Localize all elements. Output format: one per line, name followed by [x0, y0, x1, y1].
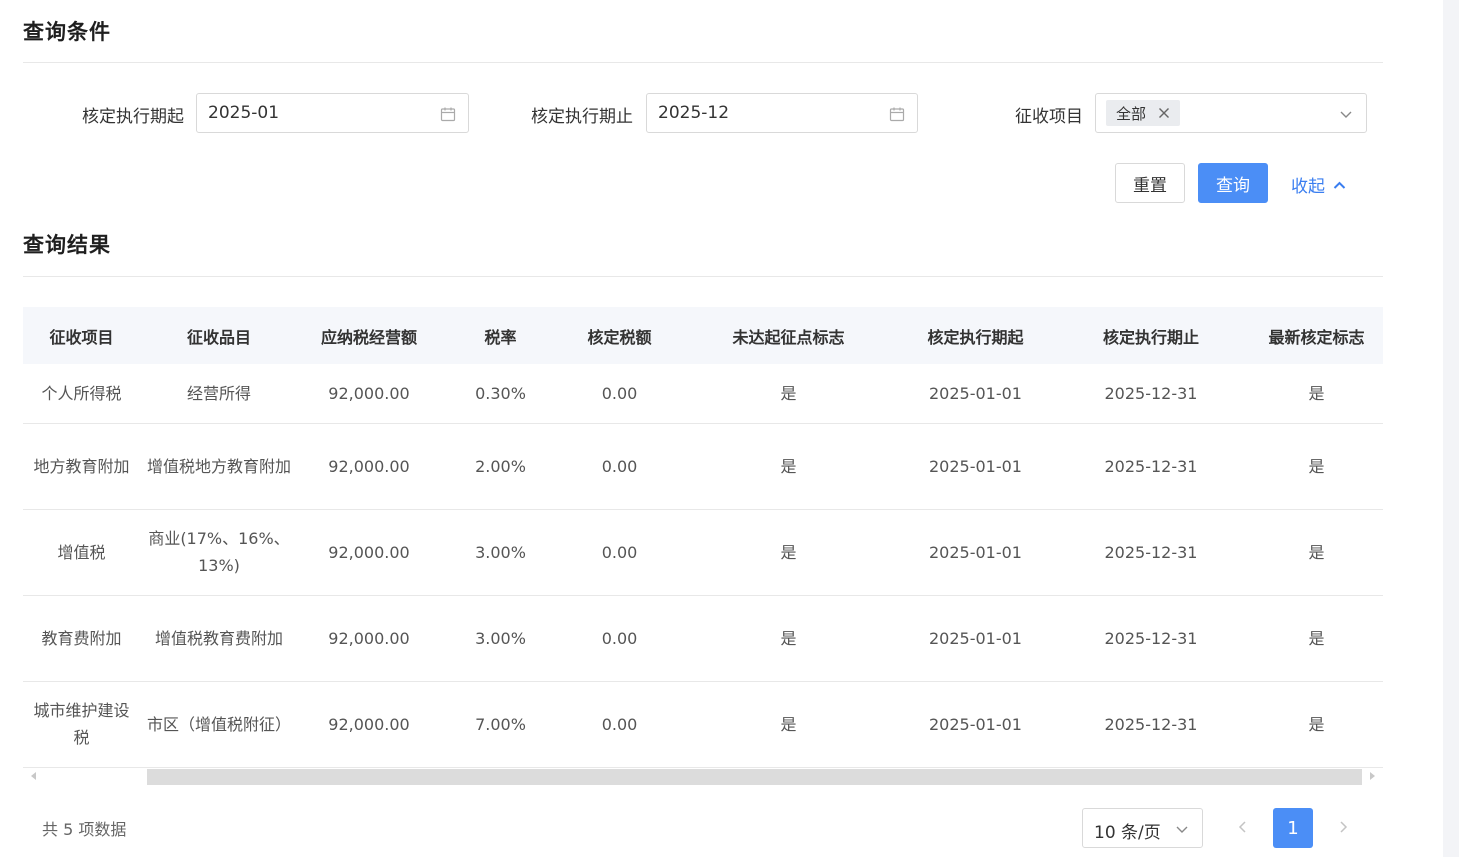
chevron-down-icon — [1176, 826, 1188, 833]
chevron-up-icon — [1333, 181, 1346, 189]
query-section-title: 查询条件 — [23, 20, 111, 44]
table-cell: 是 — [678, 509, 899, 596]
table-row: 个人所得税 经营所得 92,000.00 0.30% 0.00 是 2025-0… — [23, 364, 1383, 424]
table-cell: 2025-01-01 — [899, 595, 1052, 682]
table-cell: 2025-12-31 — [1052, 681, 1250, 768]
table-cell: 商业(17%、16%、13%) — [140, 509, 298, 596]
collapse-link[interactable]: 收起 — [1291, 172, 1346, 197]
table-row: 地方教育附加 增值税地方教育附加 92,000.00 2.00% 0.00 是 … — [23, 423, 1383, 510]
selected-tag: 全部 — [1106, 100, 1181, 126]
table-cell: 是 — [678, 681, 899, 768]
table-cell: 是 — [678, 364, 899, 424]
calendar-icon — [440, 107, 456, 122]
table-cell: 是 — [1250, 423, 1383, 510]
table-cell: 增值税地方教育附加 — [140, 423, 298, 510]
page-size-value: 10 条/页 — [1094, 823, 1161, 843]
collection-item-label: 征收项目 — [1015, 107, 1083, 127]
table-row: 城市维护建设税 市区（增值税附征） 92,000.00 7.00% 0.00 是… — [23, 681, 1383, 768]
total-count: 共 5 项数据 — [42, 820, 127, 839]
end-period-value: 2025-12 — [658, 103, 730, 123]
scroll-right-icon[interactable] — [1370, 772, 1375, 780]
table-cell: 2025-01-01 — [899, 364, 1052, 424]
table-cell: 是 — [1250, 681, 1383, 768]
start-period-value: 2025-01 — [208, 103, 280, 123]
table-cell: 个人所得税 — [23, 364, 140, 424]
table-cell: 3.00% — [440, 595, 561, 682]
query-divider — [23, 62, 1383, 63]
table-cell: 7.00% — [440, 681, 561, 768]
column-header: 未达起征点标志 — [732, 327, 845, 347]
table-cell: 0.00 — [561, 509, 678, 596]
end-period-picker[interactable]: 2025-12 — [646, 93, 918, 133]
table-cell: 增值税教育费附加 — [140, 595, 298, 682]
results-table: 征收项目 征收品目 应纳税经营额 税率 核定税额 未达起征点标志 核定执行期起 … — [23, 307, 1383, 768]
scrollbar-thumb[interactable] — [147, 769, 1362, 785]
table-cell: 增值税 — [23, 509, 140, 596]
column-header: 核定执行期止 — [1102, 327, 1199, 347]
table-cell: 教育费附加 — [23, 595, 140, 682]
chevron-down-icon — [1340, 111, 1352, 118]
column-header: 核定执行期起 — [927, 327, 1024, 347]
column-header: 税率 — [484, 327, 517, 347]
end-period-label: 核定执行期止 — [531, 107, 633, 127]
right-edge-panel — [1443, 0, 1459, 857]
table-cell: 地方教育附加 — [23, 423, 140, 510]
column-header: 应纳税经营额 — [320, 327, 417, 347]
table-cell: 0.00 — [561, 681, 678, 768]
next-page-icon[interactable] — [1336, 820, 1350, 834]
table-cell: 是 — [678, 423, 899, 510]
table-cell: 92,000.00 — [298, 595, 440, 682]
table-cell: 3.00% — [440, 509, 561, 596]
table-cell: 92,000.00 — [298, 509, 440, 596]
table-cell: 0.30% — [440, 364, 561, 424]
reset-button[interactable]: 重置 — [1115, 163, 1185, 203]
table-cell: 是 — [678, 595, 899, 682]
table-cell: 2.00% — [440, 423, 561, 510]
table-cell: 2025-12-31 — [1052, 595, 1250, 682]
table-cell: 2025-01-01 — [899, 423, 1052, 510]
results-divider — [23, 276, 1383, 277]
table-cell: 0.00 — [561, 423, 678, 510]
page-number-button[interactable]: 1 — [1273, 808, 1313, 848]
start-period-picker[interactable]: 2025-01 — [196, 93, 469, 133]
column-header: 征收项目 — [49, 327, 114, 347]
table-cell: 2025-12-31 — [1052, 423, 1250, 510]
table-cell: 是 — [1250, 595, 1383, 682]
column-header: 核定税额 — [587, 327, 652, 347]
calendar-icon — [889, 107, 905, 122]
table-cell: 市区（增值税附征） — [140, 681, 298, 768]
table-cell: 0.00 — [561, 364, 678, 424]
start-period-label: 核定执行期起 — [82, 107, 184, 127]
table-cell: 2025-12-31 — [1052, 509, 1250, 596]
selected-tag-label: 全部 — [1116, 104, 1147, 123]
table-cell: 2025-01-01 — [899, 509, 1052, 596]
prev-page-icon[interactable] — [1236, 820, 1250, 834]
table-cell: 92,000.00 — [298, 681, 440, 768]
table-cell: 经营所得 — [140, 364, 298, 424]
table-cell: 是 — [1250, 364, 1383, 424]
table-header-row: 征收项目 征收品目 应纳税经营额 税率 核定税额 未达起征点标志 核定执行期起 … — [23, 307, 1383, 364]
column-header: 最新核定标志 — [1268, 327, 1365, 347]
collapse-label: 收起 — [1291, 177, 1325, 197]
table-row: 增值税 商业(17%、16%、13%) 92,000.00 3.00% 0.00… — [23, 509, 1383, 596]
table-cell: 2025-12-31 — [1052, 364, 1250, 424]
results-section-title: 查询结果 — [23, 233, 111, 257]
table-cell: 0.00 — [561, 595, 678, 682]
collection-item-select[interactable]: 全部 — [1095, 93, 1367, 133]
table-cell: 城市维护建设税 — [23, 681, 140, 768]
page-size-select[interactable]: 10 条/页 — [1082, 808, 1203, 848]
query-button[interactable]: 查询 — [1198, 163, 1268, 203]
close-icon[interactable] — [1158, 107, 1170, 119]
table-cell: 92,000.00 — [298, 423, 440, 510]
table-cell: 是 — [1250, 509, 1383, 596]
horizontal-scrollbar[interactable] — [23, 768, 1383, 786]
scroll-left-icon[interactable] — [31, 772, 36, 780]
table-cell: 2025-01-01 — [899, 681, 1052, 768]
table-row: 教育费附加 增值税教育费附加 92,000.00 3.00% 0.00 是 20… — [23, 595, 1383, 682]
table-cell: 92,000.00 — [298, 364, 440, 424]
column-header: 征收品目 — [186, 327, 251, 347]
